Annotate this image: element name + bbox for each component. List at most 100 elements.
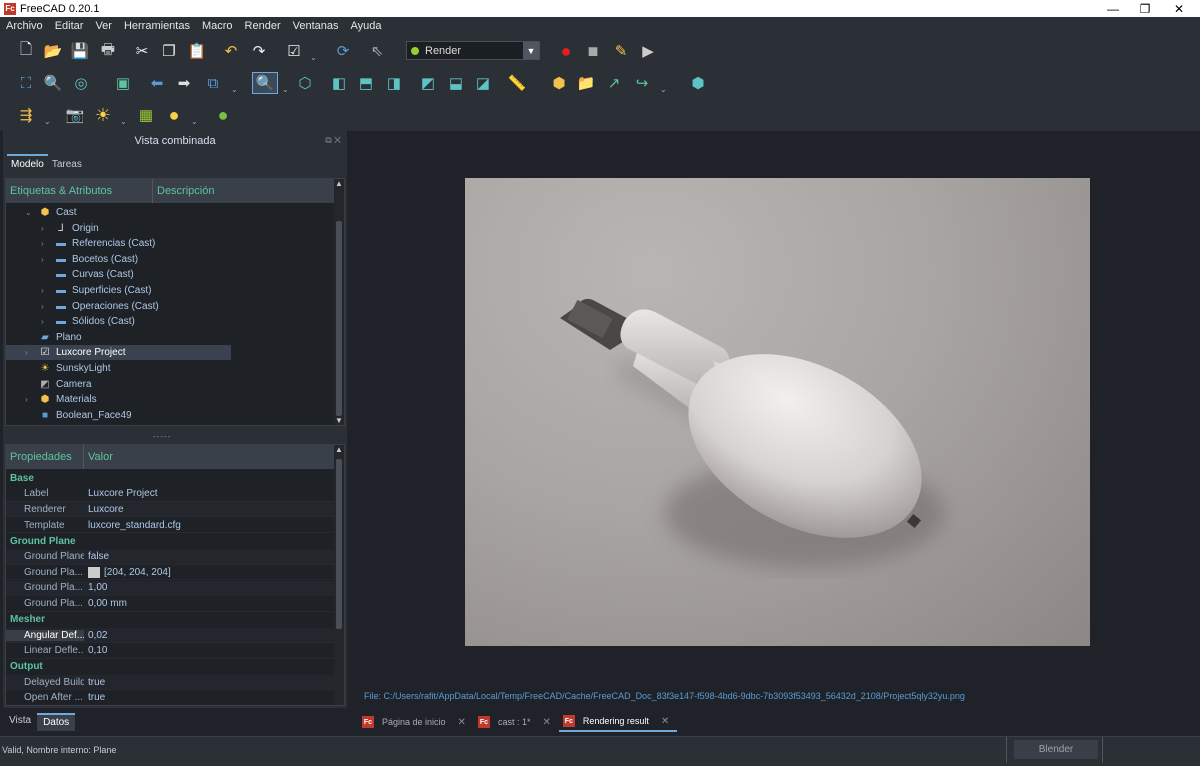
property-group[interactable]: Ground Plane (6, 534, 334, 549)
menu-herramientas[interactable]: Herramientas (118, 20, 196, 32)
chevron-down-icon[interactable]: ⌄ (44, 117, 51, 126)
tree-scrollbar[interactable]: ▲ ▼ (334, 179, 344, 425)
whats-this-icon[interactable]: ⇖ (366, 40, 388, 62)
sun-light-icon[interactable]: ☀ (92, 104, 114, 126)
tree-item[interactable]: › ▬ Referencias (Cast) (41, 236, 155, 251)
doc-tab-rendering-result[interactable]: Fc Rendering result ✕ (558, 712, 678, 732)
tree-item[interactable]: ⌄ ⬢ Cast (25, 205, 77, 220)
chevron-down-icon[interactable]: ⌄ (25, 208, 32, 217)
property-value[interactable]: Luxcore (84, 504, 124, 515)
close-tab-icon[interactable]: ✕ (458, 717, 466, 728)
property-value[interactable]: 1,00 (84, 582, 107, 593)
tree-scroll-thumb[interactable] (336, 221, 342, 416)
close-tab-icon[interactable]: ✕ (661, 716, 669, 727)
bounding-box-icon[interactable]: ▣ (112, 72, 134, 94)
chevron-down-icon[interactable]: ⌄ (231, 85, 238, 94)
link-actions-icon[interactable]: ↪ (631, 72, 653, 94)
chevron-right-icon[interactable]: › (25, 348, 28, 357)
chevron-down-icon[interactable]: ⌄ (660, 85, 667, 94)
property-row[interactable]: Open After ... true (6, 691, 334, 705)
chevron-right-icon[interactable]: › (41, 239, 44, 248)
undo-icon[interactable]: ↶ (220, 40, 242, 62)
refresh-check-icon[interactable]: ☑ (283, 40, 305, 62)
tree-item[interactable]: › ▬ Operaciones (Cast) (41, 299, 159, 314)
camera-icon[interactable]: 📷 (64, 104, 86, 126)
tab-modelo[interactable]: Modelo (7, 154, 48, 173)
tree-item[interactable]: ◩ Camera (39, 377, 91, 392)
bottom-view-icon[interactable]: ⬓ (445, 72, 467, 94)
front-view-icon[interactable]: ◧ (328, 72, 350, 94)
property-row[interactable]: Ground Plane false (6, 549, 334, 565)
tree-item[interactable]: ☀ SunskyLight (39, 361, 111, 376)
link-icon[interactable]: ↗ (603, 72, 625, 94)
workbench-selector[interactable]: Render ▼ (406, 41, 540, 60)
tree-item[interactable]: › ⅃ Origin (41, 221, 99, 236)
tree-item[interactable]: ▰ Plano (39, 330, 81, 345)
chevron-down-icon[interactable]: ⌄ (310, 53, 317, 62)
chevron-right-icon[interactable]: › (25, 395, 28, 404)
property-header-value[interactable]: Valor (84, 445, 334, 469)
menu-editar[interactable]: Editar (49, 20, 90, 32)
tree-header-labels[interactable]: Etiquetas & Atributos (6, 179, 153, 203)
tree-item[interactable]: ▬ Curvas (Cast) (55, 267, 134, 282)
render-project-icon[interactable]: ⇶ (15, 104, 37, 126)
material-icon[interactable]: ● (163, 104, 185, 126)
right-view-icon[interactable]: ◨ (383, 72, 405, 94)
tree-item[interactable]: › ⬢ Materials (25, 392, 97, 407)
chevron-down-icon[interactable]: ⌄ (191, 117, 198, 126)
new-file-icon[interactable]: 🗋 (15, 40, 37, 62)
scroll-up-icon[interactable]: ▲ (335, 179, 343, 188)
property-value[interactable]: 0,00 mm (84, 598, 127, 609)
property-value[interactable]: true (84, 677, 105, 688)
property-row[interactable]: Linear Defle... 0,10 (6, 644, 334, 659)
fit-all-icon[interactable]: ⛶ (15, 72, 37, 94)
property-row[interactable]: Ground Pla... 0,00 mm (6, 597, 334, 612)
copy-icon[interactable]: ❐ (158, 40, 180, 62)
tree-header-description[interactable]: Descripción (153, 179, 333, 203)
measure-icon[interactable]: 📏 (506, 72, 528, 94)
property-row[interactable]: Angular Def... 0,02 (6, 628, 334, 643)
menu-ver[interactable]: Ver (89, 20, 118, 32)
group-icon[interactable]: 📁 (575, 72, 597, 94)
chevron-right-icon[interactable]: › (41, 255, 44, 264)
edit-macro-icon[interactable]: ✎ (610, 40, 632, 62)
part-icon[interactable]: ⬢ (548, 72, 570, 94)
doc-tab-cast[interactable]: Fc cast : 1* ✕ (474, 712, 559, 732)
tab-vista[interactable]: Vista (3, 713, 37, 731)
navigation-style-button[interactable]: Blender (1014, 740, 1098, 759)
image-light-icon[interactable]: ▦ (135, 104, 157, 126)
property-row[interactable]: Ground Pla... [204, 204, 204] (6, 565, 334, 581)
tab-tareas[interactable]: Tareas (48, 156, 86, 173)
menu-render[interactable]: Render (239, 20, 287, 32)
minimize-button[interactable]: — (1098, 0, 1128, 17)
scroll-down-icon[interactable]: ▼ (335, 416, 343, 425)
property-scrollbar[interactable]: ▲ (334, 445, 344, 705)
property-row[interactable]: Ground Pla... 1,00 (6, 580, 334, 596)
run-macro-icon[interactable]: ▶ (637, 40, 659, 62)
tree-item[interactable]: › ☑ Luxcore Project (6, 345, 231, 361)
print-icon[interactable]: 🖶 (97, 40, 119, 62)
redo-icon[interactable]: ↷ (248, 40, 270, 62)
render-icon[interactable]: ● (212, 104, 234, 126)
property-row[interactable]: Label Luxcore Project (6, 487, 334, 502)
property-row[interactable]: Delayed Build true (6, 675, 334, 691)
isometric-view-icon[interactable]: ⬡ (294, 72, 316, 94)
panel-splitter[interactable]: ----- (153, 432, 171, 441)
left-view-icon[interactable]: ◪ (472, 72, 494, 94)
property-value[interactable]: 0,10 (84, 645, 107, 656)
menu-ventanas[interactable]: Ventanas (287, 20, 345, 32)
sync-view-icon[interactable]: ⧉ (202, 72, 224, 94)
std-view-menu-icon[interactable]: 🔍 (252, 72, 278, 94)
property-group[interactable]: Mesher (6, 612, 334, 627)
close-tab-icon[interactable]: ✕ (542, 717, 550, 728)
chevron-right-icon[interactable]: › (41, 317, 44, 326)
close-button[interactable]: ✕ (1164, 0, 1194, 17)
maximize-button[interactable]: ❐ (1130, 0, 1160, 17)
cut-icon[interactable]: ✂ (131, 40, 153, 62)
tree-item[interactable]: › ▬ Sólidos (Cast) (41, 314, 135, 329)
stop-macro-icon[interactable]: ■ (582, 40, 604, 62)
menu-archivo[interactable]: Archivo (0, 20, 49, 32)
property-value[interactable]: [204, 204, 204] (84, 566, 171, 578)
back-icon[interactable]: ⬅ (146, 72, 168, 94)
property-header-name[interactable]: Propiedades (6, 445, 84, 469)
